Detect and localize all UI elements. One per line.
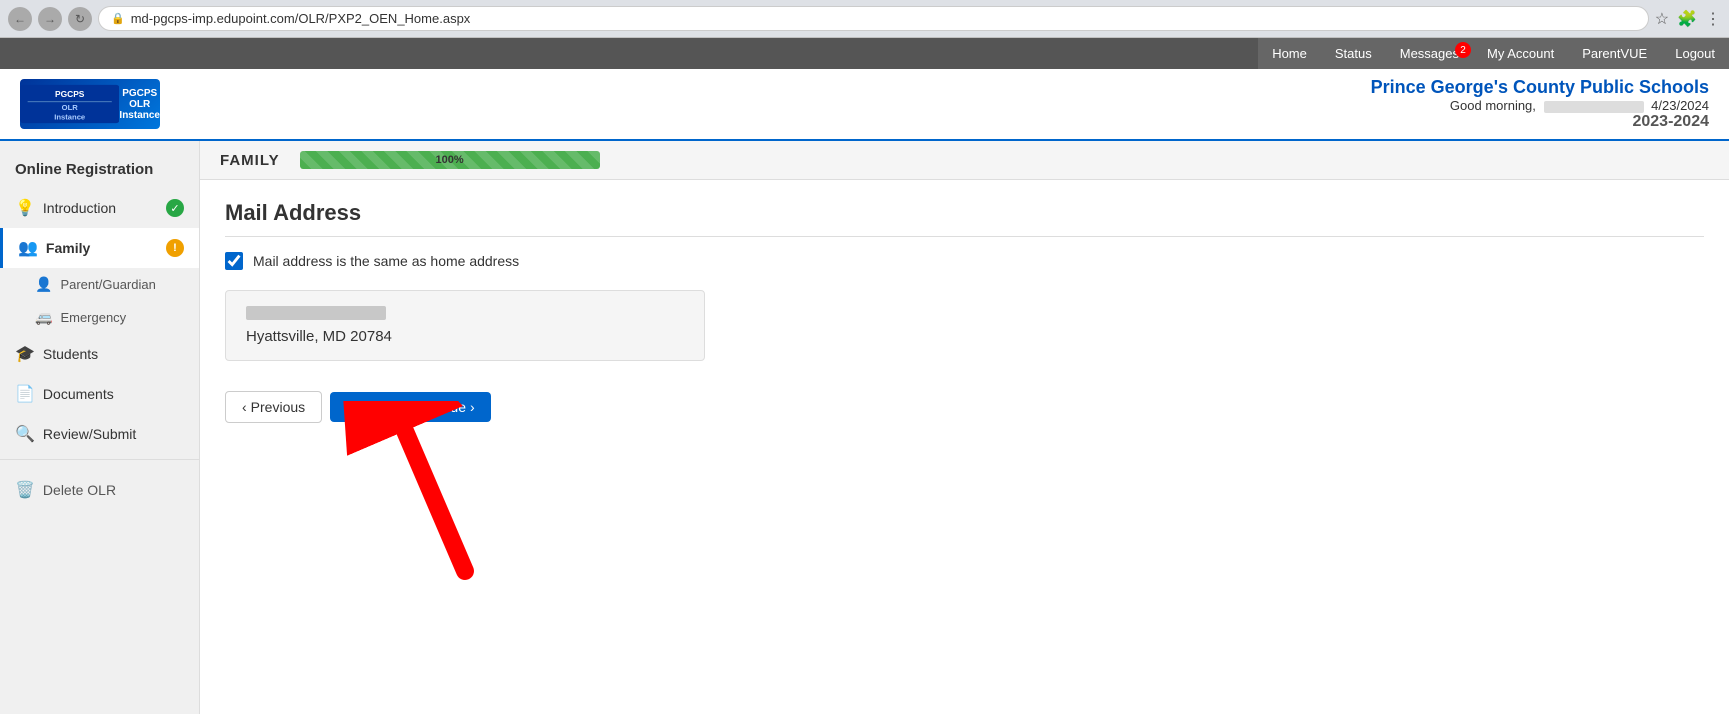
school-year: 2023-2024	[1371, 113, 1709, 131]
svg-text:PGCPS: PGCPS	[55, 89, 85, 99]
menu-button[interactable]: ⋮	[1705, 9, 1721, 29]
review-submit-icon: 🔍	[15, 424, 35, 444]
sidebar-item-students[interactable]: 🎓 Students	[0, 334, 199, 374]
browser-chrome: ← → ↻ 🔒 md-pgcps-imp.edupoint.com/OLR/PX…	[0, 0, 1729, 38]
address-line1-redacted	[246, 306, 386, 320]
logout-link[interactable]: Logout	[1661, 38, 1729, 69]
sidebar-divider	[0, 459, 199, 460]
sidebar-item-family[interactable]: 👥 Family !	[0, 228, 199, 268]
extensions-button[interactable]: 🧩	[1677, 9, 1697, 29]
status-link[interactable]: Status	[1321, 38, 1386, 69]
forward-button[interactable]: →	[38, 7, 62, 31]
navigation-buttons: ‹ Previous Save And Continue ›	[225, 391, 491, 423]
sidebar-item-emergency[interactable]: 🚐 Emergency	[0, 301, 199, 334]
sidebar-item-parent-guardian-label: Parent/Guardian	[60, 277, 155, 292]
mail-address-checkbox-label[interactable]: Mail address is the same as home address	[253, 253, 519, 269]
top-navigation: Home Status Messages 2 My Account Parent…	[0, 38, 1729, 69]
sidebar-item-review-submit-label: Review/Submit	[43, 426, 136, 442]
red-arrow-annotation	[305, 401, 525, 581]
lock-icon: 🔒	[111, 12, 125, 25]
section-title: FAMILY	[220, 152, 280, 169]
my-account-link[interactable]: My Account	[1473, 38, 1568, 69]
content-area: FAMILY 100% Mail Address Mail address is…	[200, 141, 1729, 714]
sidebar-item-introduction-label: Introduction	[43, 200, 116, 216]
main-layout: Online Registration 💡 Introduction ✓ 👥 F…	[0, 141, 1729, 714]
content-inner: Mail Address Mail address is the same as…	[200, 180, 1729, 443]
progress-text: 100%	[300, 154, 600, 166]
documents-icon: 📄	[15, 384, 35, 404]
sidebar-item-documents[interactable]: 📄 Documents	[0, 374, 199, 414]
section-header: FAMILY 100%	[200, 141, 1729, 180]
address-city-state-zip: Hyattsville, MD 20784	[246, 328, 684, 345]
reload-button[interactable]: ↻	[68, 7, 92, 31]
mail-address-checkbox[interactable]	[225, 252, 243, 270]
school-name: Prince George's County Public Schools	[1371, 77, 1709, 98]
delete-icon: 🗑️	[15, 480, 35, 500]
address-bar[interactable]: 🔒 md-pgcps-imp.edupoint.com/OLR/PXP2_OEN…	[98, 6, 1649, 31]
save-and-continue-button[interactable]: Save And Continue ›	[330, 392, 491, 422]
back-button[interactable]: ←	[8, 7, 32, 31]
svg-text:OLR: OLR	[62, 103, 79, 112]
sidebar-item-students-label: Students	[43, 346, 98, 362]
school-greeting: Good morning, 4/23/2024	[1371, 98, 1709, 113]
emergency-icon: 🚐	[35, 309, 52, 326]
save-continue-chevron-icon: ›	[470, 399, 475, 415]
sidebar-item-documents-label: Documents	[43, 386, 114, 402]
messages-badge: 2	[1455, 42, 1471, 58]
sidebar-delete-label: Delete OLR	[43, 482, 116, 498]
school-logo: PGCPS OLR Instance	[20, 79, 160, 129]
username-redacted	[1544, 101, 1644, 113]
sidebar-item-family-label: Family	[46, 240, 90, 256]
browser-actions: ☆ 🧩 ⋮	[1655, 9, 1721, 29]
sidebar-item-introduction[interactable]: 💡 Introduction ✓	[0, 188, 199, 228]
previous-chevron-icon: ‹	[242, 399, 247, 415]
previous-button[interactable]: ‹ Previous	[225, 391, 322, 423]
parent-guardian-icon: 👤	[35, 276, 52, 293]
page-title: Mail Address	[225, 200, 1704, 237]
address-box: Hyattsville, MD 20784	[225, 290, 705, 361]
introduction-badge: ✓	[166, 199, 184, 217]
nav-section: ‹ Previous Save And Continue ›	[225, 391, 491, 423]
sidebar-item-delete-olr[interactable]: 🗑️ Delete OLR	[0, 470, 199, 510]
progress-bar-container: 100%	[300, 151, 600, 169]
bookmark-button[interactable]: ☆	[1655, 9, 1669, 29]
url-text: md-pgcps-imp.edupoint.com/OLR/PXP2_OEN_H…	[131, 11, 471, 26]
sidebar-item-review-submit[interactable]: 🔍 Review/Submit	[0, 414, 199, 454]
introduction-icon: 💡	[15, 198, 35, 218]
logo-area: PGCPS OLR Instance	[20, 79, 1371, 129]
header-right: Prince George's County Public Schools Go…	[1371, 77, 1709, 131]
mail-address-checkbox-row: Mail address is the same as home address	[225, 252, 1704, 270]
home-link[interactable]: Home	[1258, 38, 1321, 69]
students-icon: 🎓	[15, 344, 35, 364]
sidebar-title: Online Registration	[0, 151, 199, 188]
sidebar: Online Registration 💡 Introduction ✓ 👥 F…	[0, 141, 200, 714]
family-icon: 👥	[18, 238, 38, 258]
page-header: PGCPS OLR Instance Prince George's Count…	[0, 69, 1729, 141]
sidebar-item-emergency-label: Emergency	[60, 310, 126, 325]
svg-text:Instance: Instance	[54, 112, 85, 121]
family-badge: !	[166, 239, 184, 257]
parentvue-link[interactable]: ParentVUE	[1568, 38, 1661, 69]
sidebar-item-parent-guardian[interactable]: 👤 Parent/Guardian	[0, 268, 199, 301]
messages-link[interactable]: Messages 2	[1386, 38, 1473, 69]
